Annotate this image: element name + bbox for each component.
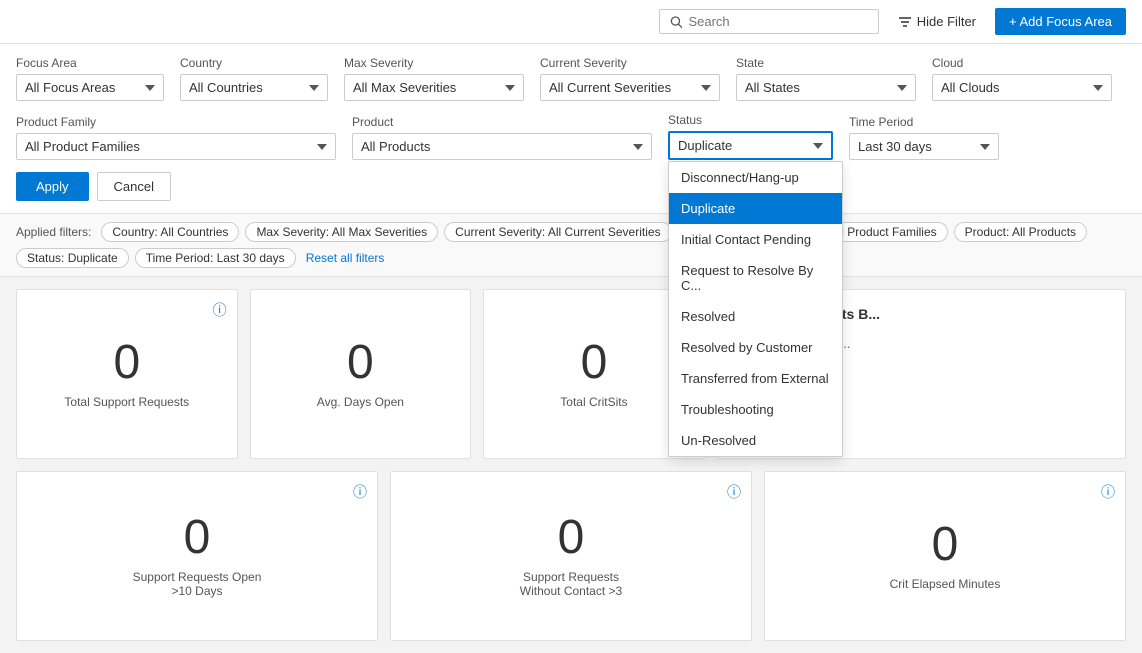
search-input[interactable] [688, 14, 867, 29]
status-option-disconnect[interactable]: Disconnect/Hang-up [669, 162, 842, 193]
crit-elapsed-card: ⓘ 0 Crit Elapsed Minutes [764, 471, 1126, 641]
support-no-contact-info-icon[interactable]: ⓘ [727, 482, 741, 502]
crit-elapsed-value: 0 [932, 521, 959, 569]
product-group: Product All Products [352, 115, 652, 160]
status-option-transferred[interactable]: Transferred from External [669, 363, 842, 394]
search-icon [670, 15, 683, 29]
support-open-value: 0 [184, 514, 211, 562]
cancel-button[interactable]: Cancel [97, 172, 171, 201]
filter-tag-current-severity: Current Severity: All Current Severities [444, 222, 671, 242]
cloud-label: Cloud [932, 56, 1112, 70]
status-option-initial-contact[interactable]: Initial Contact Pending [669, 224, 842, 255]
status-option-request-resolve[interactable]: Request to Resolve By C... [669, 255, 842, 301]
state-select[interactable]: All States [736, 74, 916, 101]
status-select[interactable]: Duplicate Disconnect/Hang-up Initial Con… [668, 131, 833, 160]
add-focus-area-button[interactable]: + Add Focus Area [995, 8, 1126, 35]
hide-filter-button[interactable]: Hide Filter [887, 8, 987, 35]
filter-tag-max-severity: Max Severity: All Max Severities [245, 222, 438, 242]
avg-days-label: Avg. Days Open [317, 395, 404, 409]
reset-all-filters-link[interactable]: Reset all filters [306, 251, 385, 265]
state-label: State [736, 56, 916, 70]
current-severity-select[interactable]: All Current Severities [540, 74, 720, 101]
total-support-value: 0 [113, 339, 140, 387]
avg-days-value: 0 [347, 339, 374, 387]
filter-panel: Focus Area All Focus Areas Country All C… [0, 44, 1142, 214]
add-focus-label: + Add Focus Area [1009, 14, 1112, 29]
total-critsits-value: 0 [581, 339, 608, 387]
filter-row-2: Product Family All Product Families Prod… [16, 113, 1126, 160]
country-group: Country All Countries [180, 56, 328, 101]
time-period-label: Time Period [849, 115, 999, 129]
product-label: Product [352, 115, 652, 129]
filter-row-1: Focus Area All Focus Areas Country All C… [16, 56, 1126, 101]
top-bar: Hide Filter + Add Focus Area [0, 0, 1142, 44]
time-period-select[interactable]: Last 30 days [849, 133, 999, 160]
status-option-resolved[interactable]: Resolved [669, 301, 842, 332]
status-label: Status [668, 113, 833, 127]
filter-icon [898, 15, 912, 29]
status-option-troubleshooting[interactable]: Troubleshooting [669, 394, 842, 425]
focus-area-label: Focus Area [16, 56, 164, 70]
apply-button[interactable]: Apply [16, 172, 89, 201]
metrics-row-2: ⓘ 0 Support Requests Open>10 Days ⓘ 0 Su… [16, 471, 1126, 641]
total-critsits-label: Total CritSits [560, 395, 627, 409]
country-select[interactable]: All Countries [180, 74, 328, 101]
support-open-info-icon[interactable]: ⓘ [353, 482, 367, 502]
applied-filters-label: Applied filters: [16, 225, 91, 239]
status-dropdown-menu: Disconnect/Hang-up Duplicate Initial Con… [668, 161, 843, 457]
current-severity-label: Current Severity [540, 56, 720, 70]
filter-tag-country: Country: All Countries [101, 222, 239, 242]
filter-tag-product: Product: All Products [954, 222, 1087, 242]
status-option-resolved-customer[interactable]: Resolved by Customer [669, 332, 842, 363]
current-severity-group: Current Severity All Current Severities [540, 56, 720, 101]
main-content: ⓘ 0 Total Support Requests 0 Avg. Days O… [0, 277, 1142, 653]
product-select[interactable]: All Products [352, 133, 652, 160]
total-support-card: ⓘ 0 Total Support Requests [16, 289, 238, 459]
max-severity-group: Max Severity All Max Severities [344, 56, 524, 101]
max-severity-label: Max Severity [344, 56, 524, 70]
product-family-group: Product Family All Product Families [16, 115, 336, 160]
support-no-contact-card: ⓘ 0 Support RequestsWithout Contact >3 [390, 471, 752, 641]
state-group: State All States [736, 56, 916, 101]
max-severity-select[interactable]: All Max Severities [344, 74, 524, 101]
cloud-group: Cloud All Clouds [932, 56, 1112, 101]
avg-days-card: 0 Avg. Days Open [250, 289, 472, 459]
crit-elapsed-label: Crit Elapsed Minutes [890, 577, 1001, 591]
cloud-select[interactable]: All Clouds [932, 74, 1112, 101]
hide-filter-label: Hide Filter [917, 14, 976, 29]
total-support-info-icon[interactable]: ⓘ [213, 300, 227, 320]
support-open-label: Support Requests Open>10 Days [133, 570, 262, 598]
support-no-contact-value: 0 [558, 514, 585, 562]
country-label: Country [180, 56, 328, 70]
filter-tag-time-period: Time Period: Last 30 days [135, 248, 296, 268]
status-option-unresolved[interactable]: Un-Resolved [669, 425, 842, 456]
focus-area-select[interactable]: All Focus Areas [16, 74, 164, 101]
status-group: Status Duplicate Disconnect/Hang-up Init… [668, 113, 833, 160]
status-option-duplicate[interactable]: Duplicate [669, 193, 842, 224]
applied-filters-bar: Applied filters: Country: All Countries … [0, 214, 1142, 277]
metrics-row-1: ⓘ 0 Total Support Requests 0 Avg. Days O… [16, 289, 1126, 459]
focus-area-group: Focus Area All Focus Areas [16, 56, 164, 101]
action-row: Apply Cancel [16, 172, 1126, 201]
total-support-label: Total Support Requests [64, 395, 189, 409]
search-box[interactable] [659, 9, 879, 34]
product-family-label: Product Family [16, 115, 336, 129]
crit-elapsed-info-icon[interactable]: ⓘ [1101, 482, 1115, 502]
support-open-card: ⓘ 0 Support Requests Open>10 Days [16, 471, 378, 641]
time-period-group: Time Period Last 30 days [849, 115, 999, 160]
product-family-select[interactable]: All Product Families [16, 133, 336, 160]
support-no-contact-label: Support RequestsWithout Contact >3 [520, 570, 622, 598]
filter-tag-status: Status: Duplicate [16, 248, 129, 268]
